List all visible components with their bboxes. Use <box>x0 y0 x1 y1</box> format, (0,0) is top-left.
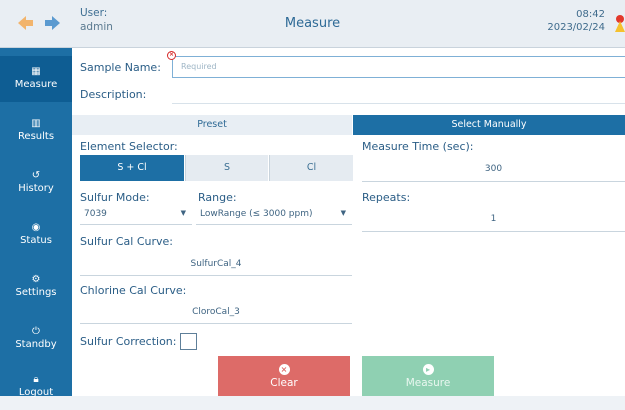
history-icon: ↺ <box>31 170 41 181</box>
repeats-input[interactable]: 1 <box>362 208 625 232</box>
status-icon: ◉ <box>31 222 41 233</box>
sulfur-mode-label: Sulfur Mode: <box>80 191 150 204</box>
sidebar: ▦ Measure ▥ Results ↺ History ◉ Status ⚙… <box>0 48 72 398</box>
range-value: LowRange (≤ 3000 ppm) <box>200 209 313 219</box>
tab-select-manually[interactable]: Select Manually <box>353 115 625 135</box>
description-label: Description: <box>80 88 147 101</box>
measure-button-label: Measure <box>405 377 451 389</box>
measure-time-input[interactable]: 300 <box>362 158 625 182</box>
page-title: Measure <box>284 16 341 31</box>
chlorine-cal-label: Chlorine Cal Curve: <box>80 284 187 297</box>
close-icon: × <box>278 364 290 375</box>
logout-icon: 🔒︎ <box>33 374 39 385</box>
sidebar-item-label: History <box>18 183 54 194</box>
sample-name-label: Sample Name: <box>80 61 161 74</box>
element-option-cl[interactable]: Cl <box>269 155 353 181</box>
measure-icon: ▦ <box>31 66 41 77</box>
sidebar-item-measure[interactable]: ▦ Measure <box>0 56 72 102</box>
main-panel: Sample Name: Required × Description: Pre… <box>72 48 625 396</box>
measure-button[interactable]: ▸ Measure <box>362 356 494 396</box>
sidebar-item-label: Settings <box>15 287 57 298</box>
sidebar-item-label: Logout <box>18 387 54 398</box>
sulfur-cal-label: Sulfur Cal Curve: <box>80 235 174 248</box>
standby-icon: ⏻ <box>32 326 40 337</box>
element-option-s-cl[interactable]: S + Cl <box>80 155 184 181</box>
element-selector-label: Element Selector: <box>80 140 178 153</box>
sample-name-input[interactable]: Required <box>172 56 625 78</box>
sidebar-item-settings[interactable]: ⚙ Settings <box>0 264 72 310</box>
sidebar-item-logout[interactable]: 🔒︎ Logout <box>0 364 72 410</box>
chevron-down-icon: ▼ <box>180 209 186 217</box>
sidebar-item-label: Standby <box>15 339 57 350</box>
settings-icon: ⚙ <box>31 274 41 285</box>
element-option-s[interactable]: S <box>185 155 268 181</box>
description-input[interactable] <box>172 103 625 104</box>
warning-icon[interactable] <box>611 14 625 34</box>
clock-time: 08:42 <box>576 9 605 20</box>
range-label: Range: <box>198 191 237 204</box>
chlorine-cal-field[interactable]: CloroCal_3 <box>80 302 352 324</box>
tab-preset[interactable]: Preset <box>72 115 352 135</box>
sidebar-item-status[interactable]: ◉ Status <box>0 212 72 258</box>
sulfur-correction-checkbox[interactable] <box>180 333 197 350</box>
measure-time-label: Measure Time (sec): <box>362 140 474 153</box>
sidebar-item-history[interactable]: ↺ History <box>0 160 72 206</box>
clear-button-label: Clear <box>270 377 298 389</box>
clock: 08:42 2023/02/24 <box>547 8 605 34</box>
sidebar-item-label: Measure <box>14 79 58 90</box>
sidebar-item-label: Results <box>17 131 55 142</box>
clock-date: 2023/02/24 <box>547 22 605 33</box>
top-bar: User: admin Measure 08:42 2023/02/24 <box>0 0 625 48</box>
error-icon: × <box>167 51 176 60</box>
sidebar-item-results[interactable]: ▥ Results <box>0 108 72 154</box>
repeats-label: Repeats: <box>362 191 411 204</box>
clear-button[interactable]: × Clear <box>218 356 350 396</box>
range-select[interactable]: LowRange (≤ 3000 ppm) ▼ <box>196 205 352 225</box>
sulfur-mode-value: 7039 <box>84 209 107 219</box>
sulfur-correction-label: Sulfur Correction: <box>80 335 177 348</box>
results-icon: ▥ <box>31 118 41 129</box>
sulfur-cal-field[interactable]: SulfurCal_4 <box>80 254 352 276</box>
play-icon: ▸ <box>422 364 434 375</box>
sidebar-item-label: Status <box>20 235 52 246</box>
sidebar-item-standby[interactable]: ⏻ Standby <box>0 316 72 362</box>
sulfur-mode-select[interactable]: 7039 ▼ <box>80 205 192 225</box>
chevron-down-icon: ▼ <box>340 209 346 217</box>
